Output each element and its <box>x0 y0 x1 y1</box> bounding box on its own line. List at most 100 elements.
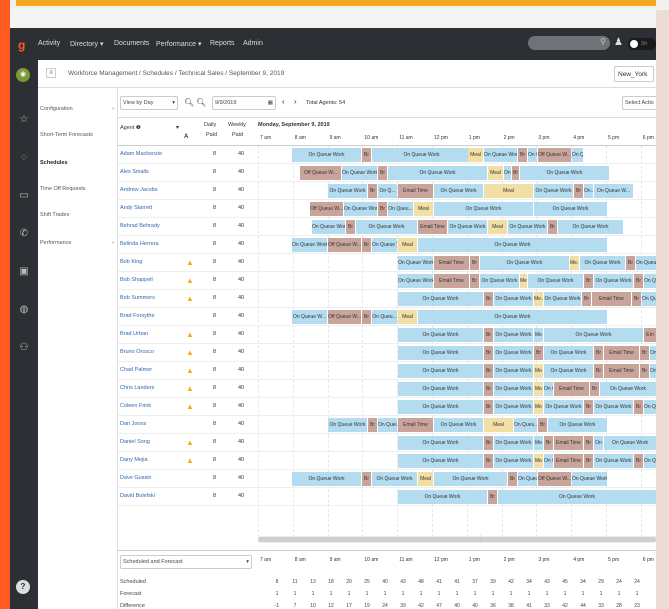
schedule-activity-block[interactable]: Em <box>644 328 656 342</box>
agent-name-link[interactable]: Bob King <box>120 259 142 265</box>
schedule-activity-block[interactable]: Br <box>484 454 493 468</box>
schedule-activity-block[interactable]: On Queue Work <box>398 436 483 450</box>
schedule-activity-block[interactable]: On Queue Work <box>494 400 533 414</box>
schedule-activity-block[interactable]: Off Queue W... <box>538 472 571 486</box>
chat-icon[interactable]: ◌ <box>16 152 32 163</box>
nav-admin[interactable]: Admin <box>243 40 263 47</box>
schedule-activity-block[interactable]: Me <box>534 454 543 468</box>
people-icon[interactable]: ⚇ <box>16 342 32 353</box>
schedule-activity-block[interactable]: Br <box>378 166 387 180</box>
warning-icon[interactable]: ▲ <box>186 366 194 375</box>
schedule-activity-block[interactable]: On Queue Work <box>594 400 633 414</box>
schedule-activity-block[interactable]: On Queue Work <box>544 400 583 414</box>
schedule-activity-block[interactable]: On Queue Work <box>342 166 377 180</box>
schedule-activity-block[interactable]: On Queue Work <box>494 364 533 378</box>
agent-name-link[interactable]: Alex Smalls <box>120 169 149 175</box>
schedule-activity-block[interactable]: On Q... <box>528 148 537 162</box>
schedule-activity-block[interactable]: On Queue Work <box>508 220 547 234</box>
search-input[interactable]: ⚲ <box>528 36 610 50</box>
schedule-activity-block[interactable]: On Queue Work <box>484 148 517 162</box>
warning-icon[interactable]: ▲ <box>186 348 194 357</box>
schedule-activity-block[interactable]: Br <box>626 256 635 270</box>
schedule-activity-block[interactable]: Meal <box>398 310 417 324</box>
schedule-activity-block[interactable]: On Queue Work <box>534 184 573 198</box>
schedule-activity-block[interactable]: On... <box>584 184 593 198</box>
schedule-activity-block[interactable]: Email Time <box>434 274 469 288</box>
schedule-activity-block[interactable]: Br <box>544 436 553 450</box>
schedule-activity-block[interactable]: Br <box>362 310 371 324</box>
schedule-activity-block[interactable]: Br <box>584 400 593 414</box>
user-avatar[interactable]: ◉ <box>16 68 30 82</box>
star-icon[interactable]: ☆ <box>16 114 32 125</box>
schedule-activity-block[interactable]: On Queue Work <box>494 382 533 396</box>
nav-activity[interactable]: Activity <box>38 40 60 47</box>
timezone-select[interactable]: New_York <box>614 66 654 82</box>
schedule-activity-block[interactable]: On Queue Work <box>434 202 533 216</box>
schedule-activity-block[interactable]: On Queu... <box>372 310 397 324</box>
forecast-select[interactable]: Scheduled and Forecast ▾ <box>120 555 252 569</box>
schedule-activity-block[interactable]: Br <box>378 202 387 216</box>
schedule-activity-block[interactable]: On Queue Work <box>356 220 417 234</box>
schedule-activity-block[interactable]: On Queue W... <box>292 310 327 324</box>
schedule-activity-block[interactable]: On Queue Work <box>494 292 533 306</box>
schedule-activity-block[interactable]: Email Time <box>554 454 583 468</box>
schedule-activity-block[interactable]: Meal <box>468 148 483 162</box>
nav-performance[interactable]: Performance ▾ <box>156 40 202 48</box>
schedule-activity-block[interactable]: Br <box>362 238 371 252</box>
schedule-activity-block[interactable]: On Q... <box>572 148 583 162</box>
schedule-activity-block[interactable]: Off Queue W... <box>328 310 361 324</box>
schedule-activity-block[interactable]: On Queue Work <box>372 148 471 162</box>
schedule-activity-block[interactable]: On Queue Work <box>418 310 607 324</box>
agent-name-link[interactable]: Coleen Frink <box>120 403 151 409</box>
schedule-activity-block[interactable]: Me... <box>534 292 543 306</box>
agent-name-link[interactable]: Chris Landers <box>120 385 154 391</box>
schedule-activity-block[interactable]: On Q <box>650 364 656 378</box>
schedule-activity-block[interactable]: Br <box>346 220 355 234</box>
schedule-activity-block[interactable]: On Queue <box>644 400 656 414</box>
schedule-activity-block[interactable]: Br <box>584 454 593 468</box>
warning-icon[interactable]: ▲ <box>186 438 194 447</box>
schedule-activity-block[interactable]: Br <box>534 346 543 360</box>
schedule-activity-block[interactable]: Off Queue W... <box>310 202 343 216</box>
schedule-activity-block[interactable]: On Queue Work <box>398 292 483 306</box>
warning-icon[interactable]: ▲ <box>186 384 194 393</box>
sidebar-item-schedules[interactable]: Schedules <box>40 160 114 166</box>
agent-name-link[interactable]: Andy Starrett <box>120 205 152 211</box>
schedule-activity-block[interactable]: Br <box>548 220 557 234</box>
agent-name-link[interactable]: Bob Summers <box>120 295 155 301</box>
schedule-activity-block[interactable]: On Queue Work <box>292 148 361 162</box>
schedule-activity-block[interactable]: Off Queue W... <box>328 238 361 252</box>
schedule-activity-block[interactable]: On Queue Work <box>398 328 483 342</box>
schedule-activity-block[interactable]: Br <box>484 364 493 378</box>
schedule-activity-block[interactable]: On Queu... <box>518 472 537 486</box>
bell-icon[interactable]: ♟ <box>614 37 623 48</box>
schedule-activity-block[interactable]: Meal <box>484 418 513 432</box>
agent-name-link[interactable]: Brad Urban <box>120 331 148 337</box>
schedule-activity-block[interactable]: Me <box>534 436 543 450</box>
schedule-activity-block[interactable]: On Queue Work <box>434 472 507 486</box>
schedule-activity-block[interactable]: Meal <box>488 220 507 234</box>
warning-icon[interactable]: ▲ <box>186 456 194 465</box>
schedule-activity-block[interactable]: Br <box>484 346 493 360</box>
date-input[interactable]: 9/9/2019 ▦ <box>212 96 276 110</box>
schedule-activity-block[interactable]: On Queue Work <box>372 472 417 486</box>
schedule-activity-block[interactable]: Meal <box>488 166 503 180</box>
nav-directory[interactable]: Directory ▾ <box>70 40 103 48</box>
sidebar-item-forecasts[interactable]: Short-Term Forecasts <box>40 132 114 138</box>
schedule-activity-block[interactable]: Br <box>582 292 591 306</box>
warning-icon[interactable]: ▲ <box>186 276 194 285</box>
schedule-activity-block[interactable]: On Queue Work <box>498 490 656 504</box>
schedule-activity-block[interactable]: Br <box>362 148 371 162</box>
schedule-activity-block[interactable]: On Queue Work <box>494 328 533 342</box>
sidebar-item-time-off[interactable]: Time Off Requests <box>40 186 114 192</box>
schedule-activity-block[interactable]: On Queue W... <box>372 238 397 252</box>
schedule-activity-block[interactable]: Br <box>518 148 527 162</box>
schedule-activity-block[interactable]: On Queu... <box>378 418 397 432</box>
schedule-activity-block[interactable]: On Queue Work <box>292 472 361 486</box>
schedule-activity-block[interactable]: On Queue Work <box>544 364 593 378</box>
select-action-button[interactable]: Select Actio <box>622 96 656 110</box>
schedule-activity-block[interactable]: Br <box>484 436 493 450</box>
schedule-activity-block[interactable]: On Queue Work <box>494 454 533 468</box>
schedule-activity-block[interactable]: Br <box>584 436 593 450</box>
schedule-activity-block[interactable]: On Q <box>544 454 553 468</box>
